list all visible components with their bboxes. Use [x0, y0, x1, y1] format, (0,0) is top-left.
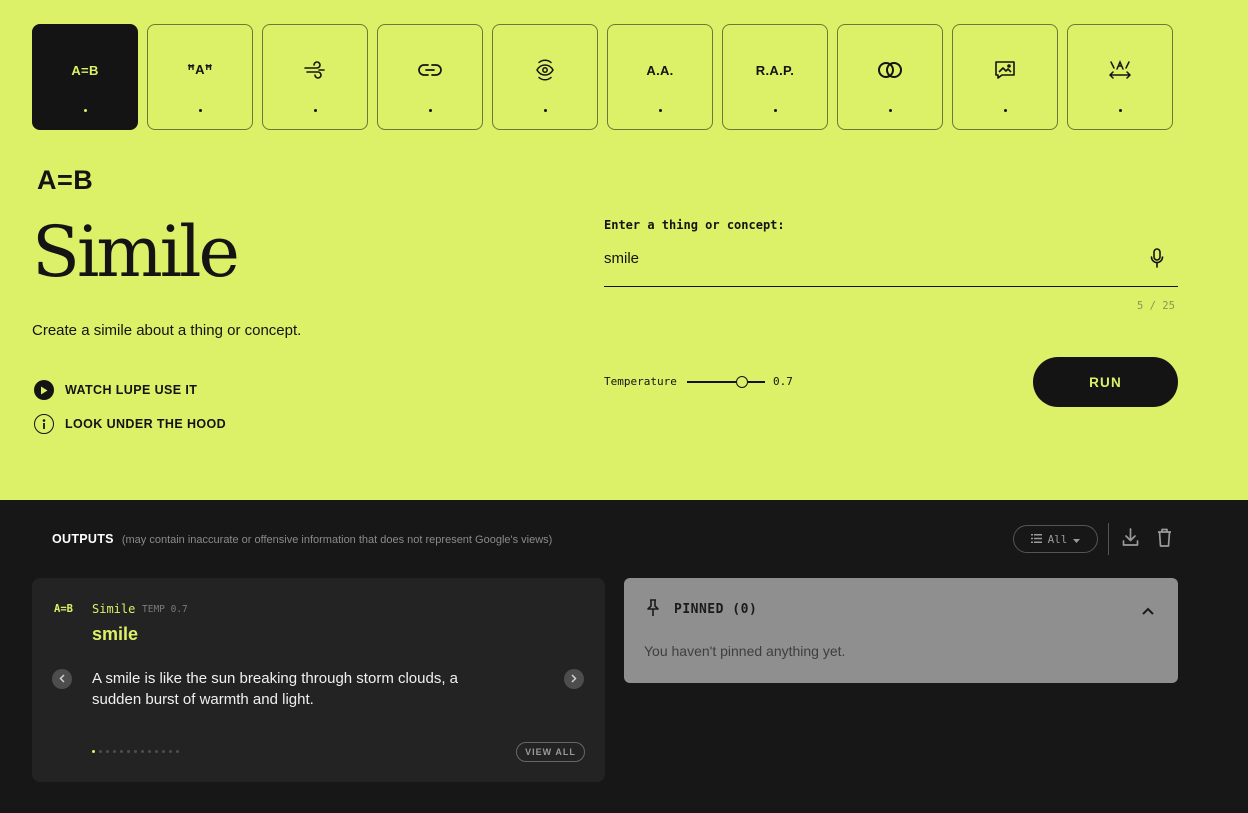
tool-wind[interactable] [262, 24, 368, 130]
tool-dot [658, 109, 662, 112]
image-icon [994, 60, 1016, 80]
tool-image[interactable] [952, 24, 1058, 130]
pagination-dot[interactable] [113, 750, 116, 753]
tool-dot [888, 109, 892, 112]
pagination-dots [92, 750, 179, 753]
tool-glyph: A.A. [646, 62, 674, 78]
microphone-icon[interactable] [1150, 248, 1164, 273]
pagination-dot[interactable] [127, 750, 130, 753]
outputs-disclaimer: (may contain inaccurate or offensive inf… [121, 534, 553, 546]
temperature-label: Temperature [604, 375, 677, 388]
tool-venn[interactable] [837, 24, 943, 130]
run-button[interactable]: RUN [1033, 357, 1178, 407]
pagination-dot[interactable] [141, 750, 144, 753]
download-icon[interactable] [1122, 528, 1139, 552]
pinned-empty-text: You haven't pinned anything yet. [644, 643, 846, 659]
tool-dot [83, 109, 87, 112]
char-counter: 5 / 25 [1137, 300, 1175, 312]
hood-label: LOOK UNDER THE HOOD [65, 417, 227, 431]
input-label: Enter a thing or concept: [604, 218, 785, 232]
tool-picker: A=B ꟸAꟸ A.A. R.A.P. [32, 24, 1173, 130]
tool-eye[interactable] [492, 24, 598, 130]
pagination-dot[interactable] [120, 750, 123, 753]
temperature-slider[interactable] [687, 375, 765, 389]
app-abbr: A=B [37, 165, 94, 195]
pagination-dot[interactable] [155, 750, 158, 753]
tool-glyph: R.A.P. [755, 62, 795, 78]
concept-field [604, 244, 1178, 287]
divider [1108, 523, 1109, 555]
next-result-button[interactable] [564, 669, 584, 689]
card-input: smile [92, 624, 139, 644]
tool-dot [773, 109, 777, 112]
chevron-right-icon [571, 670, 577, 688]
card-abbr: A=B [54, 603, 73, 615]
caret-down-icon [1073, 533, 1081, 546]
tool-aa[interactable]: A.A. [607, 24, 713, 130]
app-description: Create a simile about a thing or concept… [32, 322, 302, 339]
card-temp: TEMP 0.7 [142, 604, 188, 615]
play-icon [34, 380, 54, 400]
wind-icon [303, 61, 327, 79]
tool-dot [1003, 109, 1007, 112]
outputs-section: OUTPUTS (may contain inaccurate or offen… [0, 500, 1248, 813]
pin-icon [646, 599, 660, 622]
pagination-dot[interactable] [92, 750, 95, 753]
tool-dot [1118, 109, 1122, 112]
concept-input[interactable] [604, 244, 1124, 267]
prev-result-button[interactable] [52, 669, 72, 689]
chevron-up-icon[interactable] [1142, 602, 1154, 620]
tool-link[interactable] [377, 24, 483, 130]
pagination-dot[interactable] [134, 750, 137, 753]
trash-icon[interactable] [1157, 528, 1172, 552]
tool-rap[interactable]: R.A.P. [722, 24, 828, 130]
list-icon [1030, 533, 1042, 546]
tool-dot [428, 109, 432, 112]
filter-dropdown[interactable]: All [1013, 525, 1098, 553]
tool-unexpected[interactable]: ꟸAꟸ [147, 24, 253, 130]
eye-rotate-icon [533, 58, 557, 82]
hero-section: A=B ꟸAꟸ A.A. R.A.P. A=B Simile Create a … [0, 0, 1248, 500]
pagination-dot[interactable] [99, 750, 102, 753]
page-title: Simile [32, 211, 240, 293]
filter-value: All [1047, 532, 1068, 546]
pagination-dot[interactable] [176, 750, 179, 753]
info-icon [34, 414, 54, 434]
watch-lupe-link[interactable]: WATCH LUPE USE IT [34, 380, 197, 400]
tool-glyph: ꟸAꟸ [187, 62, 213, 77]
pinned-panel: PINNED (0) You haven't pinned anything y… [624, 578, 1178, 683]
view-all-button[interactable]: VIEW ALL [516, 742, 585, 762]
pinned-title: PINNED (0) [674, 602, 758, 617]
outputs-title: OUTPUTS [52, 532, 114, 546]
chevron-left-icon [59, 670, 65, 688]
watch-label: WATCH LUPE USE IT [65, 383, 198, 397]
tool-simile[interactable]: A=B [32, 24, 138, 130]
tool-dot [543, 109, 547, 112]
slider-thumb[interactable] [735, 376, 748, 388]
temperature-value: 0.7 [773, 375, 793, 388]
card-result: A smile is like the sun breaking through… [92, 670, 459, 708]
venn-icon [877, 61, 903, 79]
tool-dot [198, 109, 202, 112]
tool-dot [313, 109, 317, 112]
link-icon [418, 63, 442, 77]
card-app-name: Simile [92, 602, 136, 616]
pagination-dot[interactable] [106, 750, 109, 753]
tool-stretch[interactable] [1067, 24, 1173, 130]
pagination-dot[interactable] [162, 750, 165, 753]
under-hood-link[interactable]: LOOK UNDER THE HOOD [34, 414, 226, 434]
output-card: A=B Simile TEMP 0.7 smile A smile is lik… [32, 578, 605, 782]
outputs-header: OUTPUTS (may contain inaccurate or offen… [52, 532, 552, 546]
slider-track [687, 381, 765, 383]
pagination-dot[interactable] [169, 750, 172, 753]
pagination-dot[interactable] [148, 750, 151, 753]
tool-glyph: A=B [71, 62, 99, 78]
stretch-icon [1108, 60, 1132, 80]
